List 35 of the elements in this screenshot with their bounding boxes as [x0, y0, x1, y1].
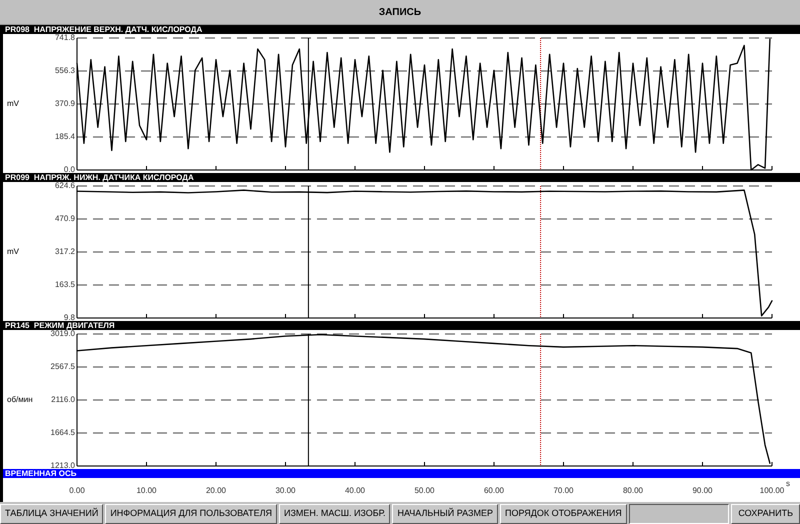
time-tick-label: 60.00: [484, 486, 504, 496]
time-tick-label: 40.00: [344, 486, 366, 496]
axis-tick-label: 317.2: [54, 247, 75, 257]
chart-title: PR145 РЕЖИМ ДВИГАТЕЛЯ: [3, 321, 800, 330]
time-tick-label: 80.00: [622, 486, 644, 496]
axis-tick-label: 370.9: [54, 99, 75, 109]
time-tick-label: 50.00: [414, 486, 435, 496]
axis-tick-label: 1664.5: [50, 428, 75, 438]
unit-label: mV: [7, 98, 19, 110]
unit-label: mV: [7, 246, 19, 258]
chart-title: PR099 НАПРЯЖ. НИЖН. ДАТЧИКА КИСЛОРОДА: [3, 173, 800, 182]
axis-tick-label: 470.9: [54, 214, 75, 224]
axis-tick-label: 0.0: [64, 165, 75, 174]
time-unit-label: s: [786, 479, 790, 490]
time-tick-label: 100.00: [760, 486, 784, 496]
axis-tick-label: 624.6: [54, 181, 75, 191]
axis-tick-label: 741.8: [54, 33, 75, 43]
axis-tick-label: 2567.5: [50, 362, 75, 372]
time-tick-label: 30.00: [275, 486, 296, 496]
window-title: ЗАПИСЬ: [378, 6, 422, 20]
time-tick-label: 70.00: [553, 486, 574, 496]
time-tick-label: 20.00: [206, 486, 226, 496]
axis-tick-label: 1213.0: [50, 461, 75, 470]
time-tick-label: 10.00: [136, 486, 157, 496]
time-axis-header: ВРЕМЕННАЯ ОСЬ: [3, 469, 800, 478]
axis-tick-label: 9.8: [64, 313, 75, 322]
axis-tick-label: 556.3: [54, 66, 75, 76]
axis-tick-label: 2116.0: [51, 395, 75, 405]
time-tick-label: 0.00: [69, 486, 85, 496]
axis-tick-label: 3019.0: [50, 329, 75, 339]
axis-tick-label: 163.5: [54, 280, 75, 290]
chart-title: PR098 НАПРЯЖЕНИЕ ВЕРХН. ДАТЧ. КИСЛОРОДА: [3, 25, 800, 34]
unit-label: об/мин: [7, 394, 33, 406]
time-tick-label: 90.00: [692, 486, 713, 496]
axis-tick-label: 185.4: [54, 132, 75, 142]
